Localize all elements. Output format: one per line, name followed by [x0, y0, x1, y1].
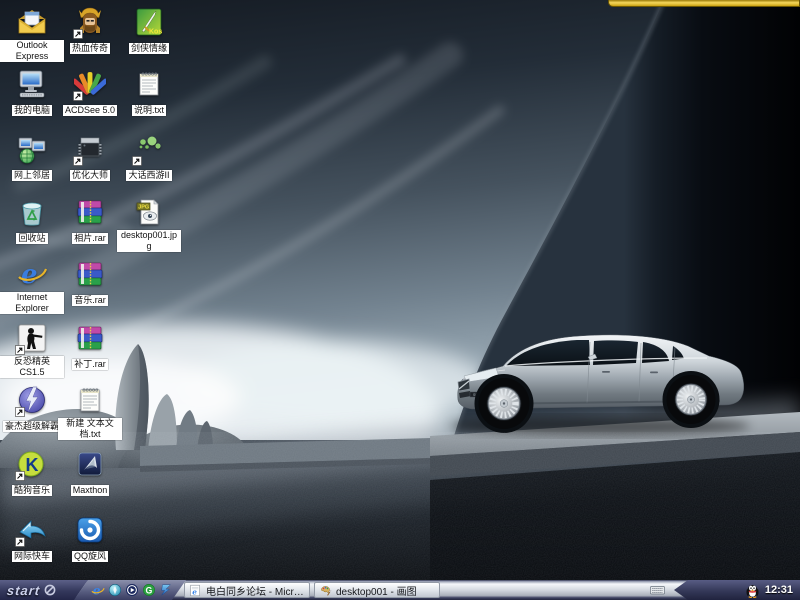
- desktop-icon-my-computer[interactable]: 我的电脑: [0, 68, 64, 118]
- shortcut-arrow-icon: [15, 537, 25, 547]
- desktop-icon-recycle-bin[interactable]: 回收站: [0, 196, 64, 246]
- quicklaunch-greeng-icon[interactable]: [142, 583, 156, 597]
- kapp-icon: [16, 448, 48, 480]
- desktop-icon-photo-jpg[interactable]: desktop001.jpg: [117, 196, 181, 254]
- icon-label: 豪杰超级解霸: [3, 421, 61, 432]
- icon-label: 酷狗音乐: [12, 485, 52, 496]
- icon-label: Maxthon: [71, 485, 110, 496]
- desktop-icon-network-places[interactable]: 网上邻居: [0, 133, 64, 183]
- start-button[interactable]: start: [0, 580, 88, 600]
- shortcut-arrow-icon: [15, 471, 25, 481]
- desktop-icon-counter-strike[interactable]: 反恐精英CS1.5: [0, 322, 64, 380]
- fan-icon: [74, 68, 106, 100]
- desktop-icon-readme[interactable]: 说明.txt: [117, 68, 181, 118]
- quicklaunch-compass-icon[interactable]: [108, 583, 122, 597]
- kos-icon: [133, 6, 165, 38]
- icon-label: Internet Explorer: [0, 292, 64, 314]
- icon-label: 新建 文本文档.txt: [58, 418, 122, 440]
- system-tray: 12:31: [672, 580, 800, 600]
- icon-label: desktop001.jpg: [117, 230, 181, 252]
- start-label: start: [6, 583, 41, 598]
- icon-label: Outlook Express: [0, 40, 64, 62]
- quick-launch-bar: [74, 580, 186, 600]
- task-label: desktop001 - 画图: [336, 583, 417, 598]
- shortcut-arrow-icon: [15, 345, 25, 355]
- icon-label: QQ旋风: [72, 551, 108, 562]
- desktop-icon-game-green[interactable]: 大话西游II: [117, 133, 181, 183]
- computer-icon: [16, 68, 48, 100]
- chip-icon: [74, 133, 106, 165]
- mail-icon: [16, 6, 48, 38]
- icon-label: 优化大师: [70, 170, 110, 181]
- taskbar-clock[interactable]: 12:31: [765, 584, 793, 596]
- shortcut-arrow-icon: [73, 156, 83, 166]
- desktop-icon-kugoo[interactable]: 酷狗音乐: [0, 448, 64, 498]
- icon-label: 回收站: [16, 233, 47, 244]
- recycle-icon: [16, 196, 48, 228]
- ie-icon: [16, 258, 48, 290]
- quicklaunch-bolt-icon[interactable]: [159, 583, 173, 597]
- quicklaunch-ie-icon[interactable]: [91, 583, 105, 597]
- desktop-icon-rar-music[interactable]: 音乐.rar: [58, 258, 122, 308]
- taskbar-task-2[interactable]: desktop001 - 画图: [314, 582, 440, 598]
- task-buttons-area: 电白同乡论坛 - Micros... desktop001 - 画图: [178, 580, 440, 600]
- desktop-icon-text-doc[interactable]: 新建 文本文档.txt: [58, 384, 122, 442]
- desktop-icon-jx-online[interactable]: 剑侠情缘: [117, 6, 181, 56]
- notepad-icon: [74, 384, 106, 416]
- icon-label: 大话西游II: [126, 170, 171, 181]
- desktop-icon-qq-whirl[interactable]: QQ旋风: [58, 514, 122, 564]
- taskbar-task-1[interactable]: 电白同乡论坛 - Micros...: [184, 582, 310, 598]
- blueapp-icon: [74, 448, 106, 480]
- qq-messenger-icon[interactable]: [745, 582, 760, 598]
- desktop-icons: Outlook Express 我的电脑网上邻居回收站 Internet Explo…: [0, 0, 800, 580]
- notepad-icon: [133, 68, 165, 100]
- dots-icon: [133, 133, 165, 165]
- rar-icon: [74, 258, 106, 290]
- icon-label: 剑侠情缘: [129, 43, 169, 54]
- icon-label: ACDSee 5.0: [63, 105, 117, 116]
- jpg-icon: [133, 196, 165, 228]
- flashget-icon: [16, 514, 48, 546]
- icon-label: 音乐.rar: [72, 295, 108, 306]
- rar-icon: [74, 322, 106, 354]
- desktop-icon-maxthon[interactable]: Maxthon: [58, 448, 122, 498]
- disc-icon: [16, 384, 48, 416]
- warrior-icon: [74, 6, 106, 38]
- start-orb-icon: [44, 584, 56, 596]
- icon-label: 补丁.rar: [72, 359, 108, 370]
- input-method-keyboard-icon[interactable]: [649, 582, 666, 598]
- shortcut-arrow-icon: [15, 407, 25, 417]
- icon-label: 热血传奇: [70, 43, 110, 54]
- shortcut-arrow-icon: [73, 91, 83, 101]
- desktop-icon-game-warrior[interactable]: 热血传奇: [58, 6, 122, 56]
- icon-label: 反恐精英CS1.5: [0, 356, 64, 378]
- shortcut-arrow-icon: [73, 29, 83, 39]
- icon-label: 网际快车: [12, 551, 52, 562]
- task-label: 电白同乡论坛 - Micros...: [206, 583, 305, 598]
- desktop-icon-flashget[interactable]: 网际快车: [0, 514, 64, 564]
- desktop-icon-rar-patch[interactable]: 补丁.rar: [58, 322, 122, 372]
- shortcut-arrow-icon: [132, 156, 142, 166]
- icon-label: 我的电脑: [12, 105, 52, 116]
- icon-label: 网上邻居: [12, 170, 52, 181]
- desktop-icon-optimizer[interactable]: 优化大师: [58, 133, 122, 183]
- icon-label: 相片.rar: [72, 233, 108, 244]
- desktop-screen: e K: [0, 0, 800, 600]
- iepage-icon: [189, 584, 202, 597]
- quicklaunch-play-icon[interactable]: [125, 583, 139, 597]
- desktop-icon-super-player[interactable]: 豪杰超级解霸: [0, 384, 64, 434]
- rar-icon: [74, 196, 106, 228]
- cs-icon: [16, 322, 48, 354]
- network-icon: [16, 133, 48, 165]
- icon-label: 说明.txt: [132, 105, 166, 116]
- desktop-icon-outlook-express[interactable]: Outlook Express: [0, 6, 64, 64]
- paint-icon: [319, 584, 332, 597]
- swirl-icon: [74, 514, 106, 546]
- desktop-icon-rar-photos[interactable]: 相片.rar: [58, 196, 122, 246]
- taskbar: start 电白同乡论坛 - Micros...desktop001 - 画图 …: [0, 580, 800, 600]
- desktop-icon-internet-explorer[interactable]: Internet Explorer: [0, 258, 64, 316]
- desktop-icon-acdsee[interactable]: ACDSee 5.0: [58, 68, 122, 118]
